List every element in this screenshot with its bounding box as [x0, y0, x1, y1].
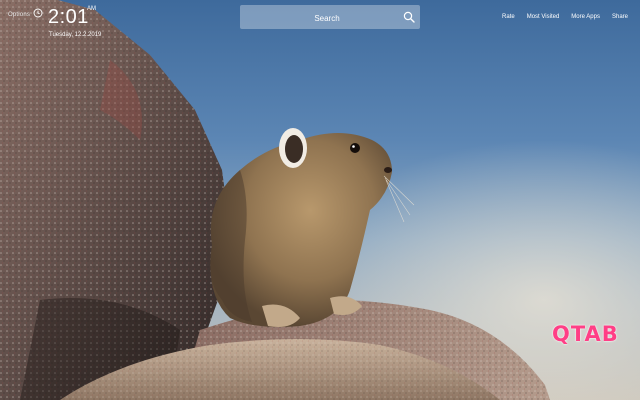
- nav-most-visited[interactable]: Most Visited: [527, 14, 560, 20]
- clock-am-pm: AM: [87, 6, 96, 12]
- top-nav: Rate Most Visited More Apps Share: [502, 14, 628, 20]
- search-icon[interactable]: [403, 11, 415, 23]
- clock-time: 2:01: [48, 6, 89, 28]
- search-input[interactable]: [240, 5, 414, 31]
- clock-date: Tuesday, 12.2.2019: [49, 32, 102, 38]
- clock-icon[interactable]: [33, 8, 43, 18]
- search-bar[interactable]: [240, 5, 420, 31]
- nav-more-apps[interactable]: More Apps: [571, 14, 600, 20]
- qtab-logo[interactable]: QTAB: [552, 322, 619, 346]
- options-link[interactable]: Options: [8, 12, 30, 18]
- nav-rate[interactable]: Rate: [502, 14, 515, 20]
- nav-share[interactable]: Share: [612, 14, 628, 20]
- background-photo: [0, 0, 640, 400]
- new-tab-page: Options 2:01 AM Tuesday, 12.2.2019 Rate …: [0, 0, 640, 400]
